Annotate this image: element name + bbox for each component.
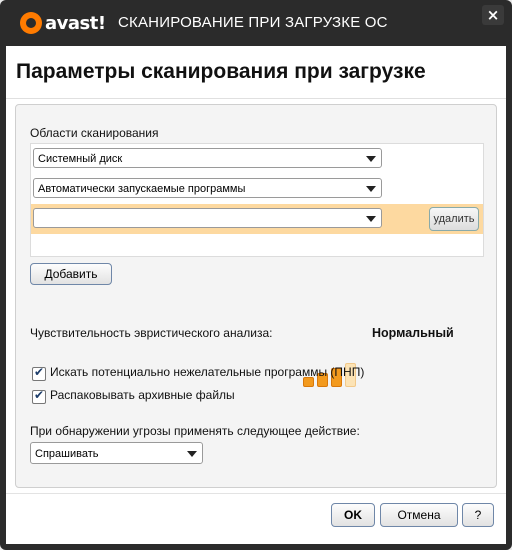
title-bar: avast! СКАНИРОВАНИЕ ПРИ ЗАГРУЗКЕ ОС × xyxy=(0,0,512,46)
footer-divider xyxy=(6,493,506,494)
dialog-window: avast! СКАНИРОВАНИЕ ПРИ ЗАГРУЗКЕ ОС × Па… xyxy=(0,0,512,550)
unpack-archives-label: Распаковывать архивные файлы xyxy=(50,388,235,402)
delete-button[interactable]: удалить xyxy=(429,207,479,231)
scan-areas-list: Системный диск Автоматически запускаемые… xyxy=(30,143,484,257)
scan-area-row-selected: удалить xyxy=(31,204,483,234)
scan-area-select-1[interactable]: Системный диск xyxy=(33,148,382,168)
pup-checkbox[interactable] xyxy=(32,365,46,381)
divider xyxy=(6,98,506,99)
chevron-down-icon xyxy=(366,186,376,192)
chevron-down-icon xyxy=(366,216,376,222)
avast-logo-icon xyxy=(20,12,42,34)
unpack-archives-checkbox[interactable] xyxy=(32,388,46,404)
sensitivity-value: Нормальный xyxy=(372,326,454,340)
scan-area-select-3[interactable] xyxy=(33,208,382,228)
avast-logo: avast! xyxy=(20,10,106,36)
cancel-button[interactable]: Отмена xyxy=(380,503,458,527)
scan-area-row: Автоматически запускаемые программы xyxy=(31,174,483,204)
close-button[interactable]: × xyxy=(482,5,504,25)
scan-areas-label: Области сканирования xyxy=(30,126,159,140)
chevron-down-icon xyxy=(366,156,376,162)
action-label: При обнаружении угрозы применять следующ… xyxy=(30,424,360,438)
dialog-panel: Параметры сканирования при загрузке Обла… xyxy=(6,46,506,544)
action-value: Спрашивать xyxy=(35,448,99,460)
help-button[interactable]: ? xyxy=(462,503,494,527)
pup-checkbox-label: Искать потенциально нежелательные програ… xyxy=(50,365,365,379)
scan-area-value: Системный диск xyxy=(38,153,123,165)
settings-area: Области сканирования Системный диск Авто… xyxy=(15,104,497,488)
scan-area-row: Системный диск xyxy=(31,144,483,174)
ok-button[interactable]: OK xyxy=(331,503,375,527)
chevron-down-icon xyxy=(187,451,197,457)
sensitivity-label: Чувствительность эвристического анализа: xyxy=(30,326,273,340)
scan-area-value: Автоматически запускаемые программы xyxy=(38,183,246,195)
window-title: СКАНИРОВАНИЕ ПРИ ЗАГРУЗКЕ ОС xyxy=(118,14,388,31)
page-title: Параметры сканирования при загрузке xyxy=(16,60,426,83)
add-button[interactable]: Добавить xyxy=(30,263,112,285)
avast-logo-text: avast! xyxy=(45,12,106,34)
scan-area-select-2[interactable]: Автоматически запускаемые программы xyxy=(33,178,382,198)
action-select[interactable]: Спрашивать xyxy=(30,442,203,464)
